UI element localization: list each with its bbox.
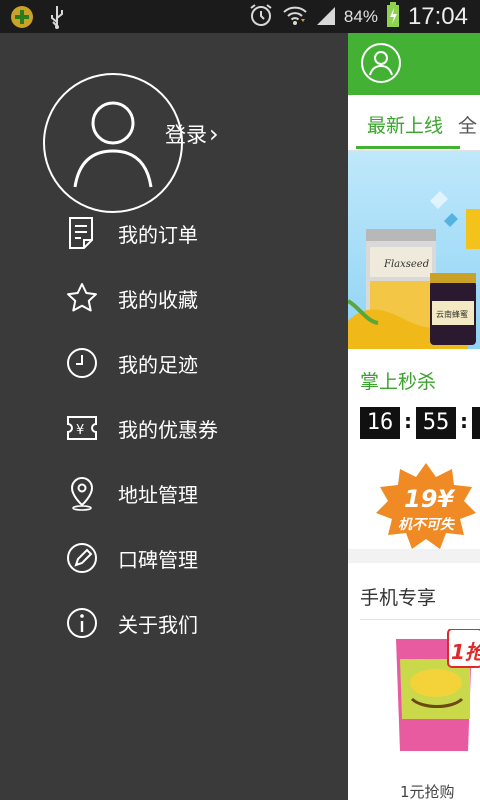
svg-text:1抢: 1抢 (451, 640, 480, 664)
wifi-icon (282, 3, 308, 31)
product-caption: 1元抢购 (400, 783, 455, 800)
banner-product-image: Flaxseed 云南蜂蜜 (348, 191, 480, 349)
main-header (348, 33, 480, 95)
status-clock: 17:04 (407, 2, 468, 30)
status-bar: 84% 17:04 (0, 0, 480, 33)
tab-all[interactable]: 全 (458, 111, 477, 138)
tab-latest[interactable]: 最新上线 (367, 111, 443, 138)
info-icon (64, 605, 100, 641)
avatar[interactable] (43, 73, 183, 213)
mobile-exclusive-card[interactable]: 手机专享 1抢 1元抢购 (348, 563, 480, 800)
location-pin-icon (64, 475, 100, 511)
app-notification-icon (10, 5, 34, 33)
price-burst-badge: 19¥ 机不可失 (376, 463, 476, 549)
menu-item-reviews[interactable]: 口碑管理 (64, 536, 198, 580)
svg-text:19¥: 19¥ (404, 485, 456, 513)
active-tab-indicator (356, 146, 460, 149)
navigation-drawer: 登录 › 我的订单 我的收藏 我的足迹 ¥ 我的优惠券 地址管理 口碑管理 关于… (0, 33, 348, 800)
menu-item-label: 口碑管理 (118, 547, 198, 572)
coupon-icon: ¥ (64, 410, 100, 446)
svg-text:云南蜂蜜: 云南蜂蜜 (436, 309, 468, 319)
category-tabs: 最新上线 全 (348, 95, 480, 151)
countdown-colon: : (404, 409, 412, 433)
menu-item-label: 我的订单 (118, 222, 198, 247)
header-user-button[interactable] (361, 43, 401, 83)
divider (360, 619, 480, 620)
promo-banner[interactable]: Flaxseed 云南蜂蜜 (348, 151, 480, 349)
countdown-colon: : (460, 409, 468, 433)
user-avatar-icon (73, 101, 153, 188)
star-icon (64, 280, 100, 316)
clock-icon (64, 345, 100, 381)
svg-text:Flaxseed: Flaxseed (383, 259, 429, 270)
menu-item-about[interactable]: 关于我们 (64, 601, 198, 645)
countdown-seconds-clip (472, 407, 480, 439)
login-link[interactable]: 登录 › (165, 119, 219, 149)
login-label: 登录 (165, 123, 207, 147)
menu-item-label: 我的优惠券 (118, 417, 218, 442)
menu-item-address[interactable]: 地址管理 (64, 471, 198, 515)
svg-text:机不可失: 机不可失 (398, 516, 455, 533)
menu-item-label: 地址管理 (118, 482, 198, 507)
product-image: 1抢 (396, 629, 480, 751)
flash-sale-title: 掌上秒杀 (360, 371, 437, 393)
menu-item-label: 我的足迹 (118, 352, 198, 377)
order-icon (64, 215, 100, 251)
menu-item-coupons[interactable]: ¥ 我的优惠券 (64, 406, 218, 450)
battery-charging-icon (386, 1, 400, 32)
menu-item-history[interactable]: 我的足迹 (64, 341, 198, 385)
menu-item-favorites[interactable]: 我的收藏 (64, 276, 198, 320)
menu-item-label: 关于我们 (118, 612, 198, 637)
countdown-hours: 16 (360, 407, 400, 439)
user-icon (369, 51, 393, 76)
alarm-icon (248, 2, 274, 32)
menu-item-orders[interactable]: 我的订单 (64, 211, 198, 255)
flash-sale-card[interactable]: 掌上秒杀 16 : 55 : 19¥ 机不可失 (348, 349, 480, 549)
menu-item-label: 我的收藏 (118, 287, 198, 312)
battery-percent: 84% (343, 6, 378, 26)
chevron-right-icon: › (209, 120, 219, 148)
signal-icon (316, 4, 336, 30)
svg-text:¥: ¥ (76, 423, 84, 438)
usb-icon (48, 4, 66, 34)
main-content: 最新上线 全 Flaxseed 云南蜂蜜 掌上秒杀 16 : 55 : 19¥ … (348, 33, 480, 800)
countdown-minutes: 55 (416, 407, 456, 439)
mobile-exclusive-title: 手机专享 (360, 587, 437, 609)
pencil-icon (64, 540, 100, 576)
